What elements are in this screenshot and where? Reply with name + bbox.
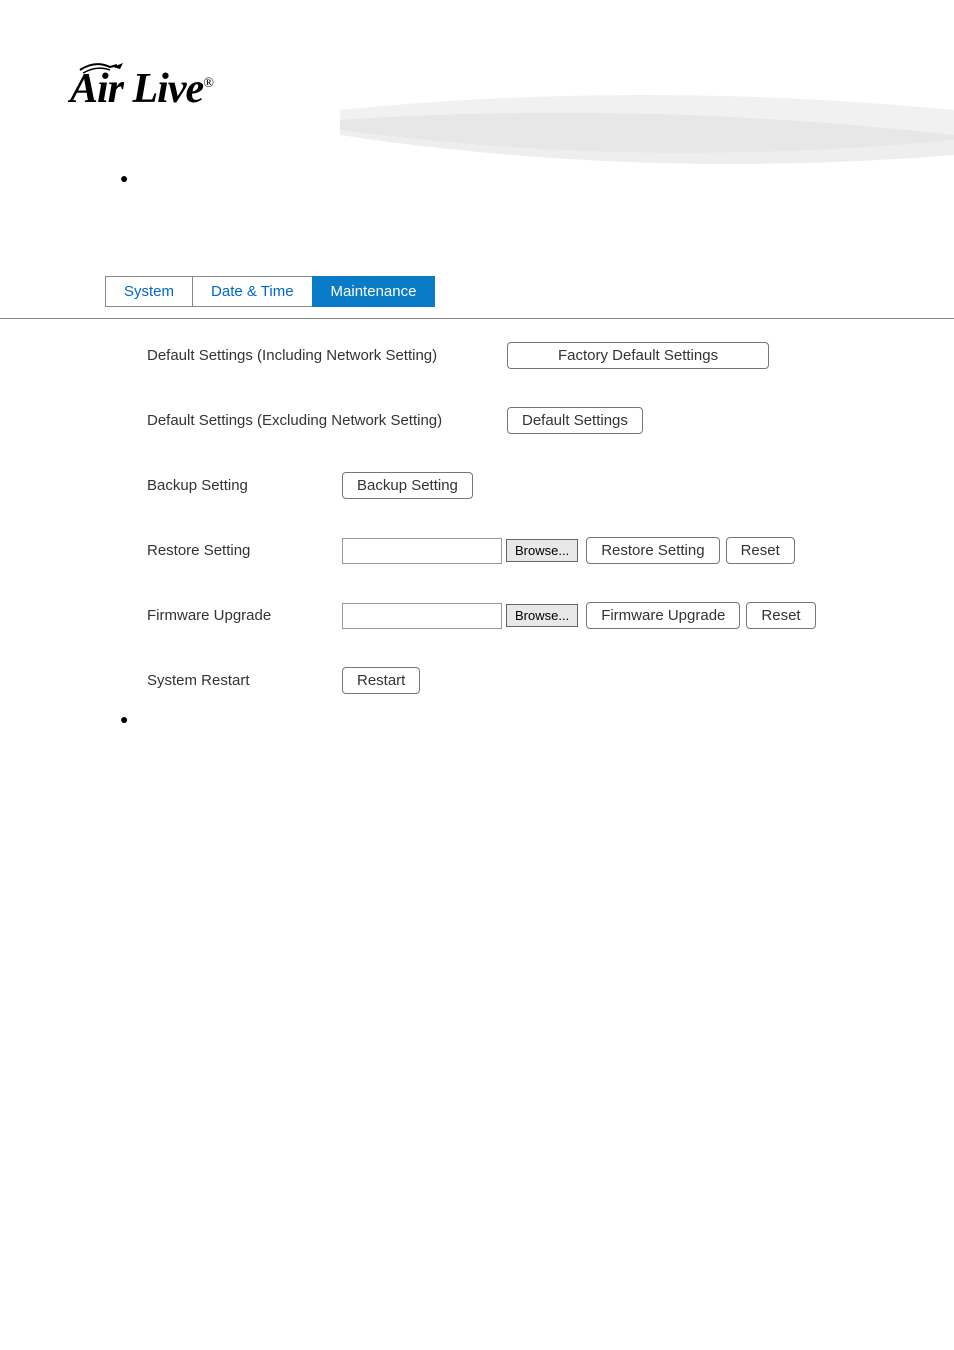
- restore-reset-button[interactable]: Reset: [726, 537, 795, 564]
- row-restart: System Restart Restart: [147, 667, 854, 694]
- label-restore: Restore Setting: [147, 542, 342, 559]
- row-backup: Backup Setting Backup Setting: [147, 472, 854, 499]
- restore-browse-button[interactable]: Browse...: [506, 539, 578, 562]
- tab-system[interactable]: System: [105, 276, 193, 307]
- header-swoosh-graphic: [340, 85, 954, 185]
- row-default-settings: Default Settings (Excluding Network Sett…: [147, 407, 854, 434]
- firmware-reset-button[interactable]: Reset: [746, 602, 815, 629]
- default-settings-button[interactable]: Default Settings: [507, 407, 643, 434]
- firmware-browse-button[interactable]: Browse...: [506, 604, 578, 627]
- factory-default-button[interactable]: Factory Default Settings: [507, 342, 769, 369]
- row-firmware: Firmware Upgrade Browse... Firmware Upgr…: [147, 602, 854, 629]
- firmware-file-input[interactable]: [342, 603, 502, 629]
- restore-setting-button[interactable]: Restore Setting: [586, 537, 719, 564]
- tab-maintenance[interactable]: Maintenance: [312, 276, 436, 307]
- firmware-upgrade-button[interactable]: Firmware Upgrade: [586, 602, 740, 629]
- label-backup: Backup Setting: [147, 477, 342, 494]
- logo-text: Air Live: [70, 66, 203, 112]
- restart-button[interactable]: Restart: [342, 667, 420, 694]
- label-firmware: Firmware Upgrade: [147, 607, 342, 624]
- logo: Air Live®: [70, 65, 213, 113]
- logo-reg: ®: [203, 76, 213, 91]
- bullet-1: ●: [120, 170, 128, 188]
- maintenance-form: Default Settings (Including Network Sett…: [147, 342, 854, 732]
- bullet-2: ●: [120, 711, 128, 729]
- row-restore: Restore Setting Browse... Restore Settin…: [147, 537, 854, 564]
- label-factory-default: Default Settings (Including Network Sett…: [147, 347, 507, 364]
- restore-file-input[interactable]: [342, 538, 502, 564]
- row-factory-default: Default Settings (Including Network Sett…: [147, 342, 854, 369]
- label-restart: System Restart: [147, 672, 342, 689]
- label-default-settings: Default Settings (Excluding Network Sett…: [147, 412, 507, 429]
- backup-setting-button[interactable]: Backup Setting: [342, 472, 473, 499]
- tab-date-time[interactable]: Date & Time: [192, 276, 313, 307]
- tabs-container: System Date & Time Maintenance: [105, 276, 434, 307]
- divider: [0, 318, 954, 319]
